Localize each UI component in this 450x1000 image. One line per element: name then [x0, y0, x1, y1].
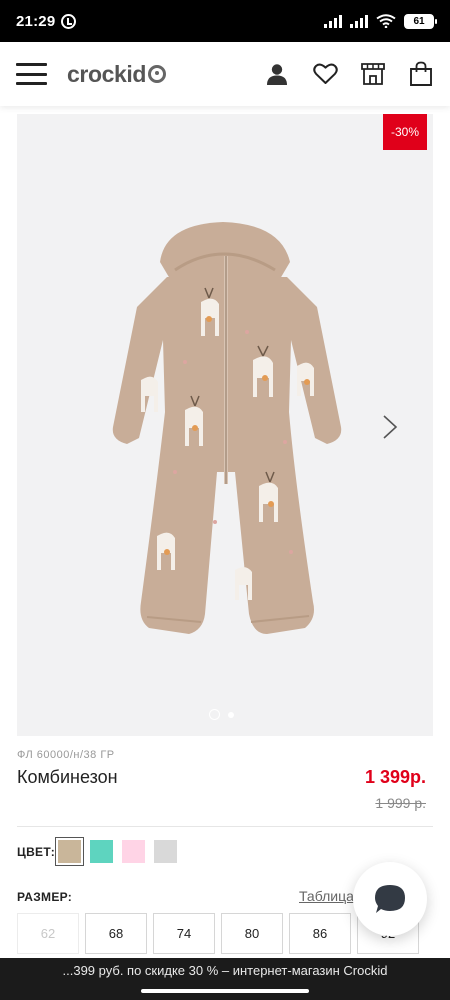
color-swatch-mint[interactable] — [90, 840, 113, 863]
bag-icon[interactable] — [408, 61, 434, 87]
status-time: 21:29 — [16, 12, 56, 30]
price-current: 1 399р. — [364, 767, 426, 787]
size-option-74[interactable]: 74 — [153, 913, 215, 954]
logo[interactable]: crockid — [67, 60, 167, 88]
color-label: ЦВЕТ: — [17, 845, 56, 859]
size-label: РАЗМЕР: — [17, 890, 73, 904]
site-header: crockid — [0, 42, 450, 106]
size-option-68[interactable]: 68 — [85, 913, 147, 954]
divider — [17, 826, 433, 827]
product-sku: ФЛ 60000/н/38 ГР — [17, 749, 115, 761]
logo-text: crockid — [67, 60, 147, 87]
color-swatch-grey[interactable] — [154, 840, 177, 863]
size-option-86[interactable]: 86 — [289, 913, 351, 954]
menu-icon[interactable] — [16, 63, 47, 85]
chat-bubble-icon — [375, 885, 405, 913]
size-table-link[interactable]: Таблица — [299, 888, 354, 904]
signal-icon — [324, 14, 342, 28]
gallery-dots — [209, 709, 234, 720]
color-swatches — [55, 837, 177, 866]
discount-badge: -30% — [383, 114, 427, 150]
store-icon[interactable] — [360, 61, 386, 87]
user-icon[interactable] — [264, 61, 290, 87]
page-title-caption: ...399 руб. по скидке 30 % – интернет-ма… — [62, 963, 388, 978]
color-swatch-pink[interactable] — [122, 840, 145, 863]
gallery-dot[interactable] — [228, 711, 234, 718]
heart-icon[interactable] — [312, 61, 338, 87]
size-option-62: 62 — [17, 913, 79, 954]
product-image — [112, 222, 342, 634]
color-swatch-beige[interactable] — [55, 837, 84, 866]
product-gallery[interactable]: -30% — [17, 114, 433, 736]
chevron-right-icon[interactable] — [380, 414, 400, 440]
gallery-dot-active[interactable] — [209, 709, 220, 720]
home-indicator[interactable] — [141, 989, 309, 993]
chat-button[interactable] — [353, 862, 427, 936]
price-old: 1 999 р. — [375, 795, 426, 811]
alarm-icon — [61, 13, 77, 29]
signal-icon — [350, 14, 368, 28]
wifi-icon — [376, 14, 396, 28]
size-option-80[interactable]: 80 — [221, 913, 283, 954]
status-bar: 21:29 61 — [0, 0, 450, 42]
logo-mark-icon — [148, 65, 167, 83]
browser-bottom-bar: ...399 руб. по скидке 30 % – интернет-ма… — [0, 958, 450, 1000]
battery-icon: 61 — [404, 13, 437, 29]
product-title: Комбинезон — [17, 767, 118, 787]
